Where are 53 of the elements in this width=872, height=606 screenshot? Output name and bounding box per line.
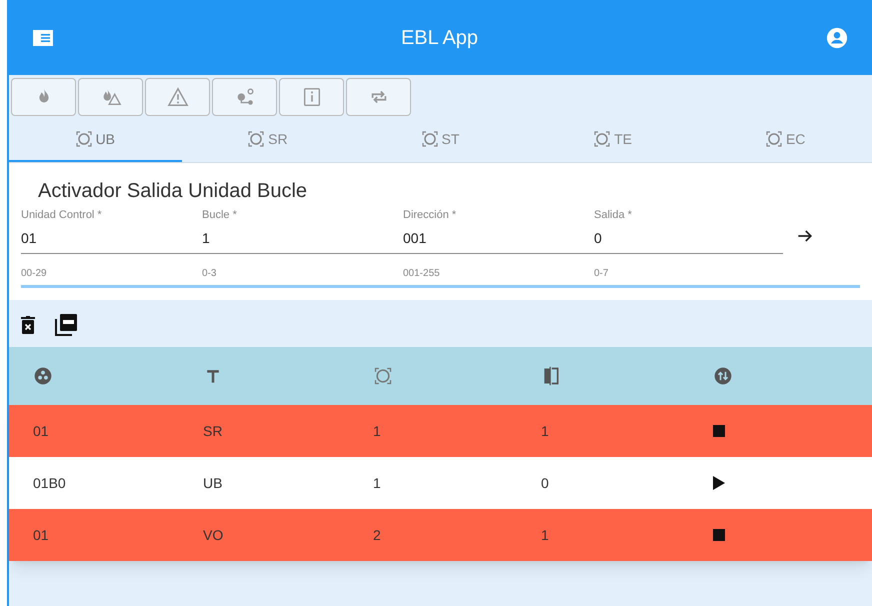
table-cell-text: 0 [541,474,549,492]
input-field[interactable]: 0 [594,228,744,248]
table-cell-text: UB [203,474,222,492]
table-row[interactable]: 01B0 UB 1 0 [9,457,872,509]
toolbar-button[interactable] [145,78,210,116]
toolbar-button[interactable] [78,78,143,116]
tab[interactable]: ST [354,118,527,162]
table-cell-text: 1 [373,474,381,492]
toolbar-button[interactable] [346,78,411,116]
play-icon[interactable] [713,476,725,490]
table-cell-text: 01B0 [33,474,66,492]
input-field[interactable]: 1 [202,228,352,248]
device-icon [373,366,393,386]
app-title: EBL App [400,26,478,50]
account-icon[interactable] [826,26,848,48]
menu-icon[interactable] [33,30,53,46]
field-hint: 0-7 [594,268,608,278]
device-icon [248,131,264,147]
table-row[interactable]: 01 SR 1 1 [9,405,872,457]
swap-icon [713,366,733,386]
input-field[interactable]: 01 [21,228,171,248]
field-label: Unidad Control * [21,208,102,223]
device-icon [594,131,610,147]
table-cell-text: SR [203,422,222,440]
toolbar-button[interactable] [11,78,76,116]
table-cell-text: 1 [541,526,549,544]
device-icon [76,131,92,147]
device-icon [766,131,782,147]
toolbar-button[interactable] [212,78,277,116]
table-cell-text: 01 [33,422,49,440]
group-icon [33,366,53,386]
table-cell-text: VO [203,526,224,544]
table-row[interactable]: 01 VO 2 1 [9,509,872,561]
field-label: Bucle * [202,208,237,223]
table-cell-text: 1 [373,422,381,440]
table-cell-text: 2 [373,526,381,544]
field-hint: 00-29 [21,268,47,278]
pdf-icon[interactable] [55,314,77,336]
tab[interactable]: SR [182,118,354,162]
field-hint: 0-3 [202,268,216,278]
table-cell-text: 01 [33,526,49,544]
table-cell-text: 1 [541,422,549,440]
input-field[interactable]: 001 [403,228,553,248]
form-title: Activador Salida Unidad Bucle [37,179,308,203]
warning-icon [166,86,188,108]
toolbar-button[interactable] [279,78,344,116]
delete-icon[interactable] [21,316,35,334]
device-icon [422,131,438,147]
tab[interactable]: TE [526,118,700,162]
field-hint: 001-255 [403,268,440,278]
tab[interactable]: EC [699,118,872,162]
field-label: Salida * [594,208,632,223]
field-label: Dirección * [403,208,456,223]
